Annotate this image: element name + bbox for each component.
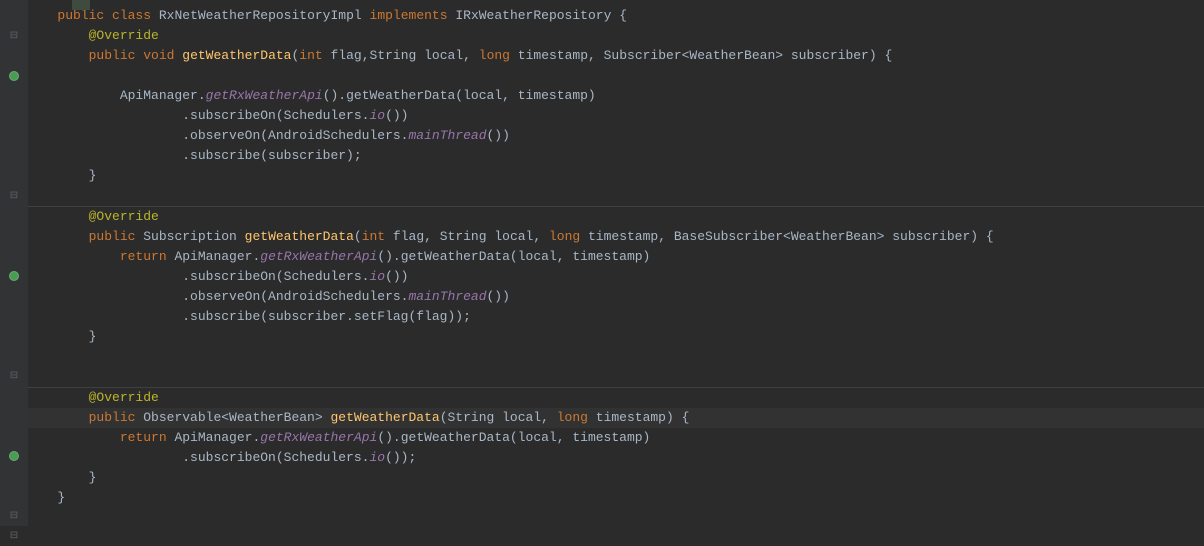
override-indicator-icon[interactable] bbox=[9, 271, 19, 281]
gutter-row bbox=[0, 386, 28, 406]
gutter-row bbox=[0, 346, 28, 366]
gutter-row: ⊟ bbox=[0, 526, 28, 546]
fold-icon[interactable]: ⊟ bbox=[10, 190, 18, 202]
code-line[interactable]: @Override bbox=[28, 388, 1204, 408]
gutter-row bbox=[0, 286, 28, 306]
code-line-highlighted[interactable]: public Observable<WeatherBean> getWeathe… bbox=[28, 408, 1204, 428]
code-editor[interactable]: ⊟ ⊟ ⊟ ⊟ ⊟ * public class RxNetWeatherRep… bbox=[0, 0, 1204, 526]
gutter-row bbox=[0, 486, 28, 506]
code-line[interactable]: } bbox=[28, 468, 1204, 488]
code-line[interactable]: .subscribeOn(Schedulers.io()) bbox=[28, 267, 1204, 287]
gutter-row bbox=[0, 66, 28, 86]
gutter-row bbox=[0, 246, 28, 266]
gutter-row bbox=[0, 226, 28, 246]
gutter-row bbox=[0, 446, 28, 466]
gutter-row bbox=[0, 46, 28, 66]
gutter-row bbox=[0, 106, 28, 126]
gutter: ⊟ ⊟ ⊟ ⊟ ⊟ bbox=[0, 0, 28, 526]
gutter-row bbox=[0, 326, 28, 346]
code-line[interactable]: .subscribe(subscriber.setFlag(flag)); bbox=[28, 307, 1204, 327]
gutter-row bbox=[0, 126, 28, 146]
code-line[interactable]: public Subscription getWeatherData(int f… bbox=[28, 227, 1204, 247]
override-indicator-icon[interactable] bbox=[9, 71, 19, 81]
override-indicator-icon[interactable] bbox=[9, 451, 19, 461]
code-line[interactable]: public class RxNetWeatherRepositoryImpl … bbox=[28, 6, 1204, 26]
gutter-row: ⊟ bbox=[0, 366, 28, 386]
code-line[interactable]: .subscribe(subscriber); bbox=[28, 146, 1204, 166]
code-line[interactable]: ApiManager.getRxWeatherApi().getWeatherD… bbox=[28, 86, 1204, 106]
code-line[interactable]: } bbox=[28, 327, 1204, 347]
gutter-row bbox=[0, 426, 28, 446]
fold-icon[interactable]: ⊟ bbox=[10, 30, 18, 42]
code-area[interactable]: * public class RxNetWeatherRepositoryImp… bbox=[28, 0, 1204, 526]
code-line[interactable]: return ApiManager.getRxWeatherApi().getW… bbox=[28, 428, 1204, 448]
code-line[interactable] bbox=[28, 66, 1204, 86]
gutter-row bbox=[0, 146, 28, 166]
code-line[interactable]: } bbox=[28, 488, 1204, 508]
gutter-row: ⊟ bbox=[0, 26, 28, 46]
modified-asterisk: * bbox=[78, 0, 85, 7]
code-line[interactable]: return ApiManager.getRxWeatherApi().getW… bbox=[28, 247, 1204, 267]
code-line[interactable]: @Override bbox=[28, 26, 1204, 46]
gutter-row bbox=[0, 406, 28, 426]
gutter-row bbox=[0, 86, 28, 106]
code-line[interactable] bbox=[28, 347, 1204, 367]
gutter-row bbox=[0, 6, 28, 26]
fold-icon[interactable]: ⊟ bbox=[10, 370, 18, 382]
gutter-row bbox=[0, 266, 28, 286]
code-line[interactable]: .subscribeOn(Schedulers.io()); bbox=[28, 448, 1204, 468]
code-line[interactable]: @Override bbox=[28, 207, 1204, 227]
gutter-row bbox=[0, 166, 28, 186]
fold-icon[interactable]: ⊟ bbox=[10, 510, 18, 522]
code-line[interactable]: } bbox=[28, 166, 1204, 186]
code-line[interactable]: .observeOn(AndroidSchedulers.mainThread(… bbox=[28, 126, 1204, 146]
gutter-row: ⊟ bbox=[0, 186, 28, 206]
gutter-row bbox=[0, 206, 28, 226]
gutter-row bbox=[0, 466, 28, 486]
code-line[interactable]: .subscribeOn(Schedulers.io()) bbox=[28, 106, 1204, 126]
code-line[interactable]: .observeOn(AndroidSchedulers.mainThread(… bbox=[28, 287, 1204, 307]
code-line[interactable]: public void getWeatherData(int flag,Stri… bbox=[28, 46, 1204, 66]
code-line[interactable] bbox=[28, 186, 1204, 206]
gutter-row bbox=[0, 306, 28, 326]
gutter-row: ⊟ bbox=[0, 506, 28, 526]
code-line[interactable] bbox=[28, 367, 1204, 387]
fold-icon[interactable]: ⊟ bbox=[10, 530, 18, 542]
